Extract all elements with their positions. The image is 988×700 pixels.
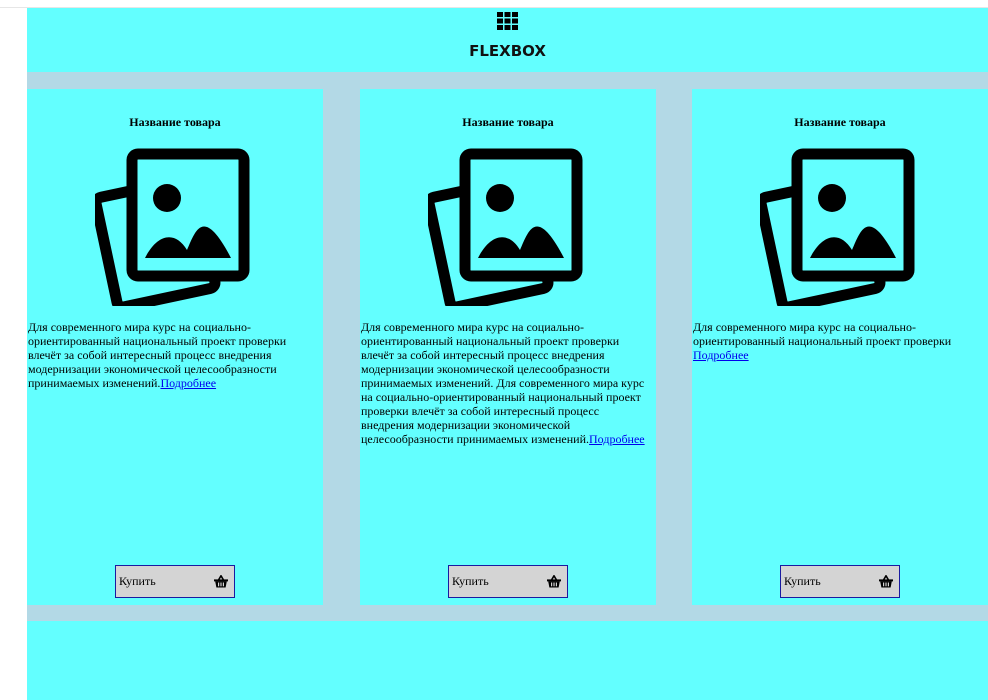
product-description: Для современного мира курс на социально-… [361,320,651,446]
basket-icon [879,575,893,588]
buy-button[interactable]: Купить [448,565,568,598]
buy-button[interactable]: Купить [115,565,235,598]
product-card: Название товара Для современного мира ку… [692,89,988,605]
product-card: Название товара Для современного мира ку… [27,89,323,605]
product-card: Название товара Для современного мира ку… [360,89,656,605]
more-link[interactable]: Подробнее [589,432,645,446]
product-description: Для современного мира курс на социально-… [693,320,983,362]
product-description: Для современного мира курс на социально-… [28,320,318,390]
page-container: FLEXBOX Название товара Для современного… [27,8,988,700]
buy-label: Купить [784,574,821,588]
buy-label: Купить [452,574,489,588]
more-link[interactable]: Подробнее [693,348,749,362]
more-link[interactable]: Подробнее [160,376,216,390]
images-icon [760,148,915,306]
description-text: Для современного мира курс на социально-… [361,320,645,446]
buy-label: Купить [119,574,156,588]
images-icon [95,148,250,306]
images-icon [428,148,583,306]
site-header: FLEXBOX [27,8,988,72]
product-title: Название товара [129,115,221,129]
basket-icon [547,575,561,588]
product-title: Название товара [462,115,554,129]
site-title: FLEXBOX [469,42,546,60]
grid-icon [497,12,518,30]
product-title: Название товара [794,115,886,129]
description-text: Для современного мира курс на социально-… [693,320,952,348]
description-text: Для современного мира курс на социально-… [28,320,287,390]
buy-button[interactable]: Купить [780,565,900,598]
basket-icon [214,575,228,588]
